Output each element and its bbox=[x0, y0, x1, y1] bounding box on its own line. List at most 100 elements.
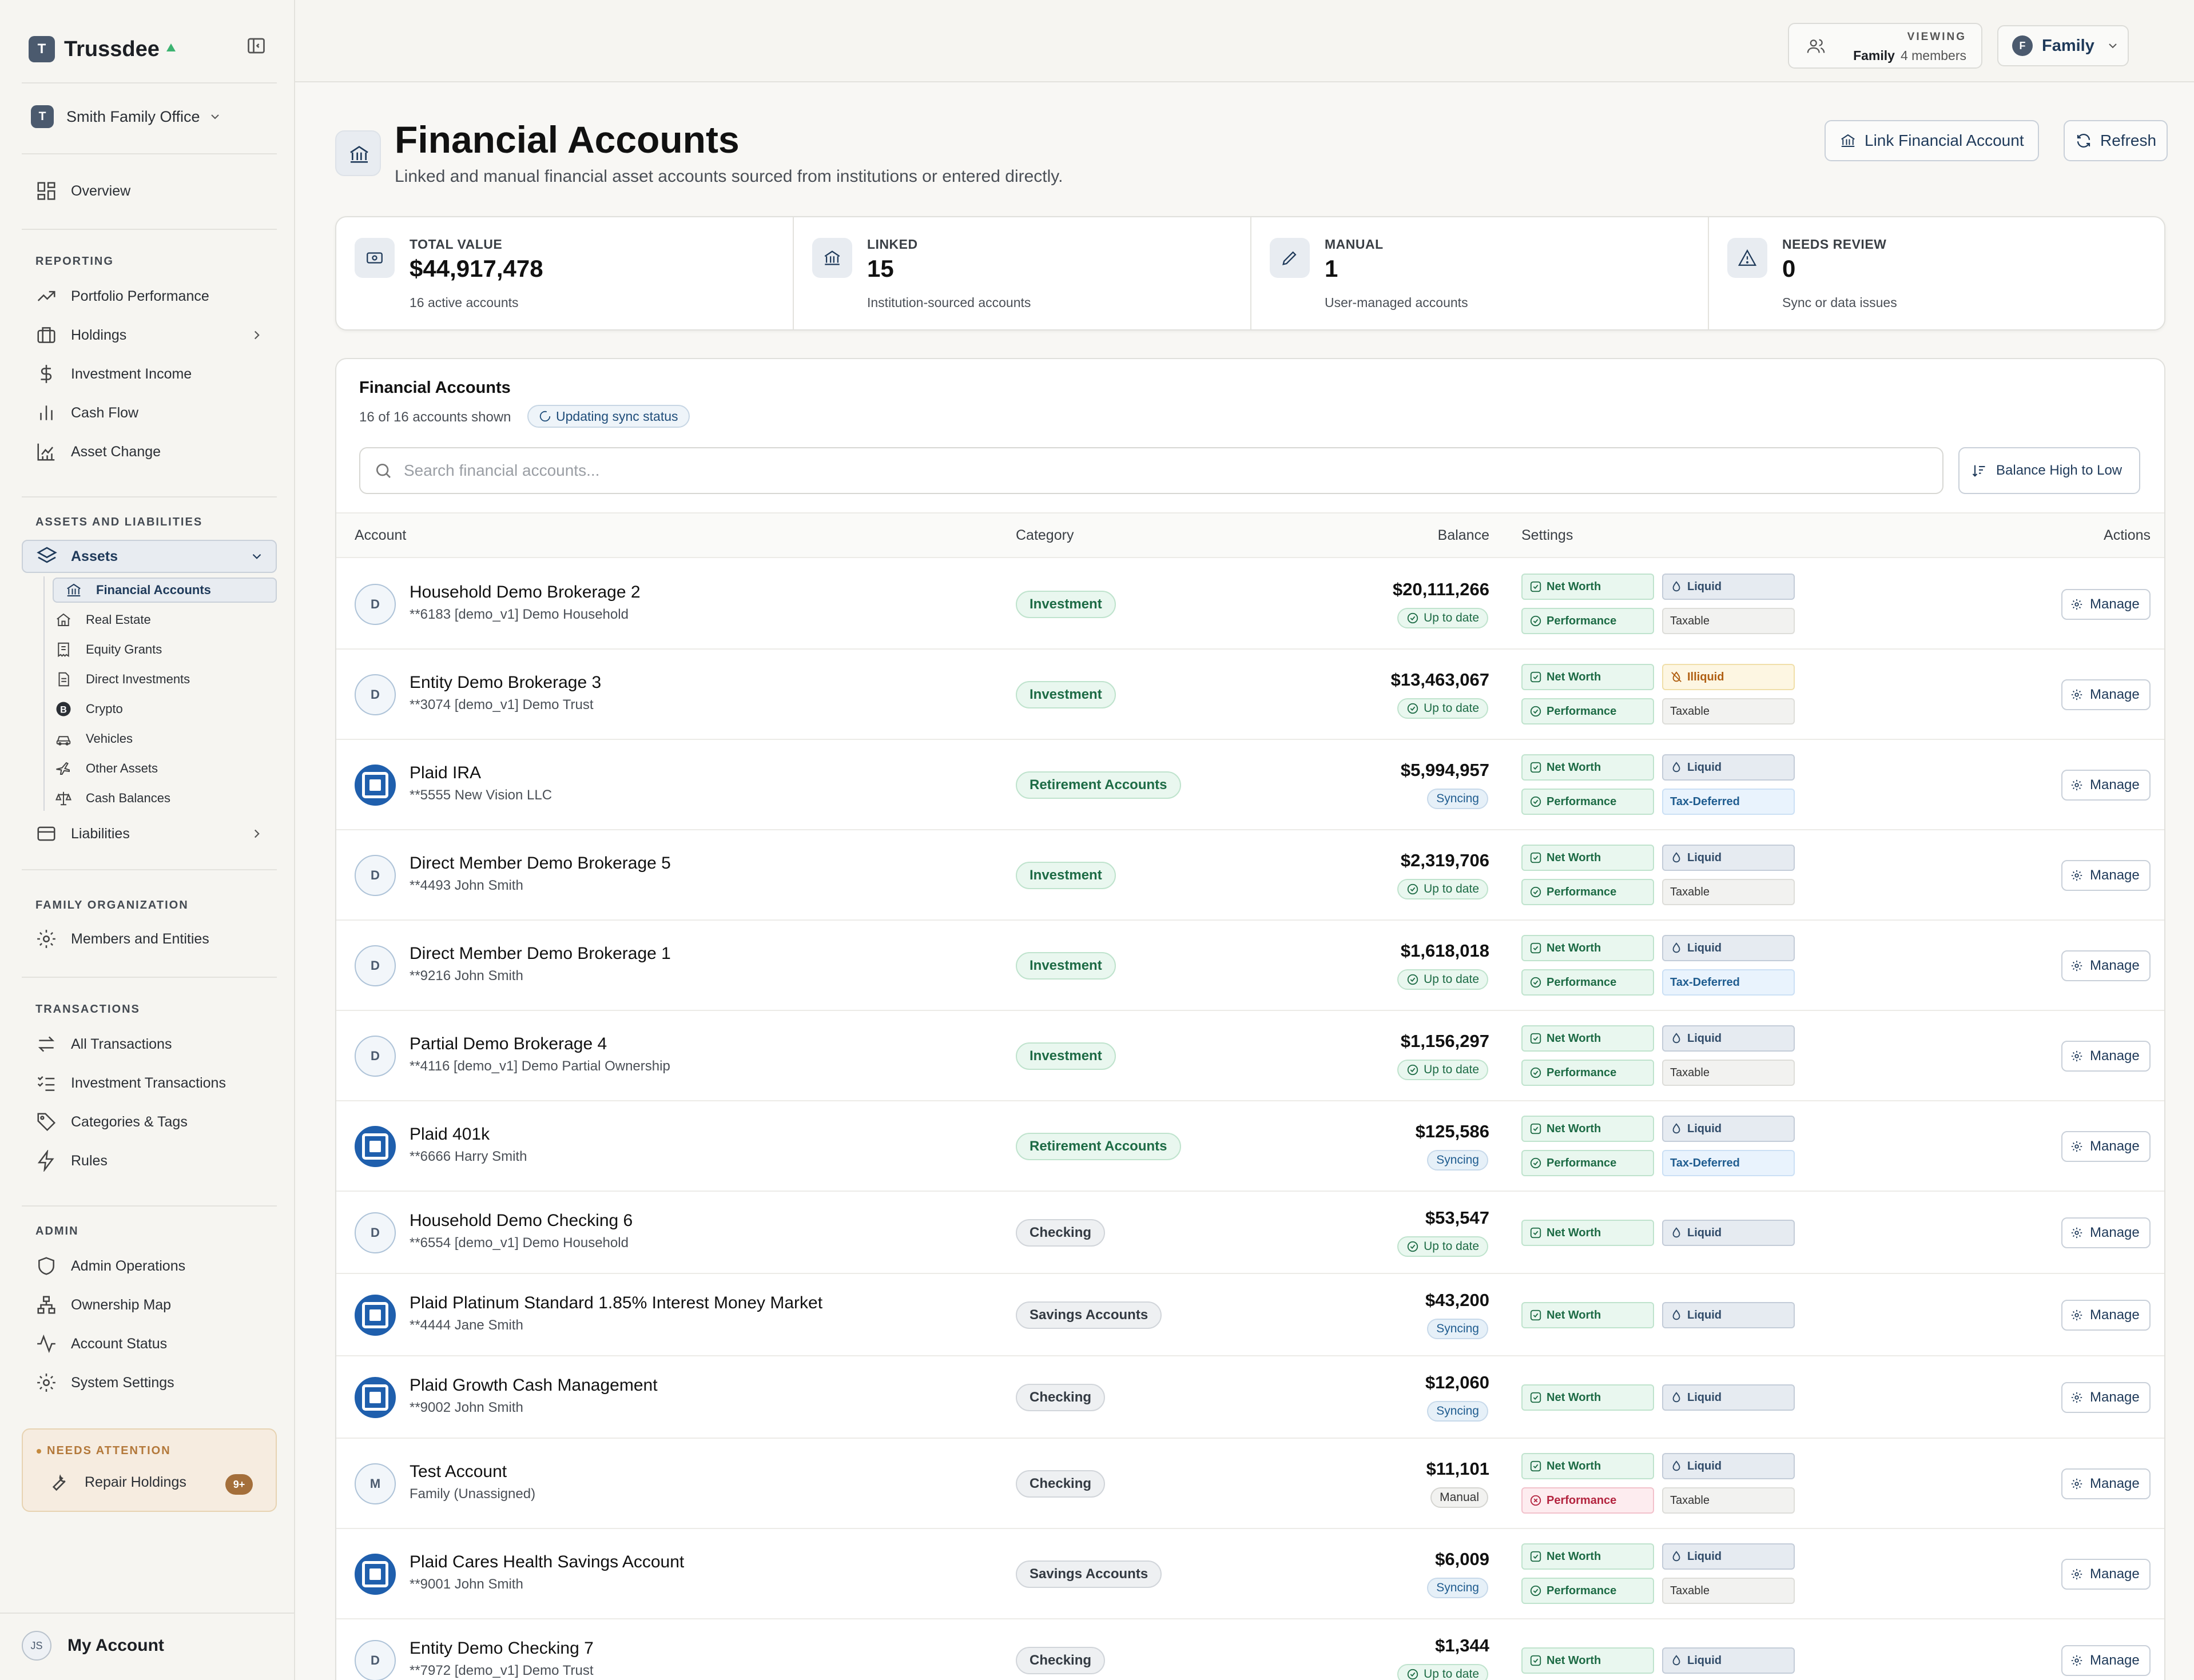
liquidity-toggle[interactable]: Liquid bbox=[1662, 845, 1795, 871]
performance-toggle[interactable]: Performance bbox=[1521, 969, 1654, 996]
viewing-indicator[interactable]: VIEWING Family 4 members bbox=[1788, 23, 1982, 69]
table-row[interactable]: Plaid IRA **5555 New Vision LLC Retirement… bbox=[336, 740, 2164, 830]
table-row[interactable]: D Direct Member Demo Brokerage 5 **4493 Jo… bbox=[336, 830, 2164, 921]
account-name[interactable]: Direct Member Demo Brokerage 5 bbox=[410, 854, 671, 873]
manage-button[interactable]: Manage bbox=[2061, 860, 2151, 891]
performance-toggle[interactable]: Performance bbox=[1521, 698, 1654, 724]
manage-button[interactable]: Manage bbox=[2061, 770, 2151, 801]
account-name[interactable]: Partial Demo Brokerage 4 bbox=[410, 1034, 607, 1054]
nav-equity-grants[interactable]: Equity Grants bbox=[55, 637, 162, 662]
performance-toggle[interactable]: Performance bbox=[1521, 1060, 1654, 1086]
liquidity-toggle[interactable]: Liquid bbox=[1662, 1384, 1795, 1411]
nav-financial-accounts[interactable]: Financial Accounts bbox=[53, 578, 277, 603]
nav-system-settings[interactable]: System Settings bbox=[35, 1370, 174, 1395]
account-name[interactable]: Test Account bbox=[410, 1462, 507, 1482]
net-worth-toggle[interactable]: Net Worth bbox=[1521, 1116, 1654, 1142]
manage-button[interactable]: Manage bbox=[2061, 1559, 2151, 1590]
refresh-button[interactable]: Refresh bbox=[2064, 120, 2168, 161]
net-worth-toggle[interactable]: Net Worth bbox=[1521, 935, 1654, 961]
table-row[interactable]: Plaid 401k **6666 Harry Smith Retirement A… bbox=[336, 1101, 2164, 1192]
liquidity-toggle[interactable]: Liquid bbox=[1662, 935, 1795, 961]
account-name[interactable]: Entity Demo Checking 7 bbox=[410, 1639, 594, 1658]
tax-treatment-toggle[interactable]: Tax-Deferred bbox=[1662, 789, 1795, 815]
manage-button[interactable]: Manage bbox=[2061, 1468, 2151, 1499]
table-row[interactable]: Plaid Growth Cash Management **9002 John … bbox=[336, 1356, 2164, 1439]
nav-assets[interactable]: Assets bbox=[22, 540, 277, 573]
net-worth-toggle[interactable]: Net Worth bbox=[1521, 574, 1654, 600]
net-worth-toggle[interactable]: Net Worth bbox=[1521, 1453, 1654, 1479]
nav-admin-operations[interactable]: Admin Operations bbox=[35, 1253, 185, 1279]
link-financial-account-button[interactable]: Link Financial Account bbox=[1825, 120, 2039, 161]
nav-members-entities[interactable]: Members and Entities bbox=[35, 926, 209, 952]
collapse-sidebar-icon[interactable] bbox=[246, 35, 267, 56]
net-worth-toggle[interactable]: Net Worth bbox=[1521, 1025, 1654, 1052]
net-worth-toggle[interactable]: Net Worth bbox=[1521, 1543, 1654, 1570]
org-selector[interactable]: T Smith Family Office bbox=[31, 105, 222, 128]
account-name[interactable]: Household Demo Brokerage 2 bbox=[410, 583, 641, 602]
nav-account-status[interactable]: Account Status bbox=[35, 1331, 167, 1356]
nav-investment-transactions[interactable]: Investment Transactions bbox=[35, 1070, 226, 1096]
manage-button[interactable]: Manage bbox=[2061, 950, 2151, 981]
liquidity-toggle[interactable]: Liquid bbox=[1662, 574, 1795, 600]
liquidity-toggle[interactable]: Liquid bbox=[1662, 754, 1795, 781]
col-balance[interactable]: Balance bbox=[1438, 527, 1489, 544]
manage-button[interactable]: Manage bbox=[2061, 1300, 2151, 1331]
search-input[interactable] bbox=[404, 461, 1891, 480]
table-row[interactable]: D Entity Demo Brokerage 3 **3074 [demo_v1]… bbox=[336, 650, 2164, 740]
tax-treatment-toggle[interactable]: Taxable bbox=[1662, 1060, 1795, 1086]
account-name[interactable]: Plaid 401k bbox=[410, 1125, 490, 1144]
manage-button[interactable]: Manage bbox=[2061, 1041, 2151, 1072]
tax-treatment-toggle[interactable]: Taxable bbox=[1662, 1487, 1795, 1514]
performance-toggle[interactable]: Performance bbox=[1521, 789, 1654, 815]
manage-button[interactable]: Manage bbox=[2061, 679, 2151, 710]
liquidity-toggle[interactable]: Liquid bbox=[1662, 1647, 1795, 1674]
liquidity-toggle[interactable]: Liquid bbox=[1662, 1302, 1795, 1328]
net-worth-toggle[interactable]: Net Worth bbox=[1521, 1647, 1654, 1674]
table-row[interactable]: D Partial Demo Brokerage 4 **4116 [demo_v1… bbox=[336, 1011, 2164, 1101]
account-name[interactable]: Plaid Growth Cash Management bbox=[410, 1376, 658, 1395]
performance-toggle[interactable]: Performance bbox=[1521, 1487, 1654, 1514]
table-row[interactable]: D Entity Demo Checking 7 **7972 [demo_v1] … bbox=[336, 1619, 2164, 1680]
col-category[interactable]: Category bbox=[1016, 527, 1074, 544]
table-row[interactable]: Plaid Platinum Standard 1.85% Interest M… bbox=[336, 1274, 2164, 1356]
nav-vehicles[interactable]: Vehicles bbox=[55, 726, 133, 751]
performance-toggle[interactable]: Performance bbox=[1521, 1150, 1654, 1176]
nav-liabilities[interactable]: Liabilities bbox=[35, 821, 264, 846]
nav-holdings[interactable]: Holdings bbox=[35, 323, 264, 348]
account-name[interactable]: Plaid IRA bbox=[410, 763, 481, 783]
net-worth-toggle[interactable]: Net Worth bbox=[1521, 1220, 1654, 1246]
tax-treatment-toggle[interactable]: Taxable bbox=[1662, 879, 1795, 905]
manage-button[interactable]: Manage bbox=[2061, 1645, 2151, 1676]
manage-button[interactable]: Manage bbox=[2061, 1131, 2151, 1162]
nav-overview[interactable]: Overview bbox=[35, 178, 130, 204]
tax-treatment-toggle[interactable]: Taxable bbox=[1662, 698, 1795, 724]
table-row[interactable]: D Household Demo Brokerage 2 **6183 [demo_… bbox=[336, 559, 2164, 650]
nav-categories-tags[interactable]: Categories & Tags bbox=[35, 1109, 188, 1134]
account-name[interactable]: Plaid Platinum Standard 1.85% Interest M… bbox=[410, 1293, 822, 1313]
table-row[interactable]: M Test Account Family (Unassigned) Checking… bbox=[336, 1439, 2164, 1529]
nav-all-transactions[interactable]: All Transactions bbox=[35, 1032, 172, 1057]
nav-asset-change[interactable]: Asset Change bbox=[35, 439, 161, 464]
nav-portfolio-performance[interactable]: Portfolio Performance bbox=[35, 284, 209, 309]
table-row[interactable]: Plaid Cares Health Savings Account **9001… bbox=[336, 1529, 2164, 1619]
liquidity-toggle[interactable]: Liquid bbox=[1662, 1025, 1795, 1052]
liquidity-toggle[interactable]: Liquid bbox=[1662, 1116, 1795, 1142]
tax-treatment-toggle[interactable]: Tax-Deferred bbox=[1662, 969, 1795, 996]
nav-rules[interactable]: Rules bbox=[35, 1148, 108, 1173]
nav-investment-income[interactable]: Investment Income bbox=[35, 361, 192, 387]
table-row[interactable]: D Household Demo Checking 6 **6554 [demo_v… bbox=[336, 1192, 2164, 1274]
performance-toggle[interactable]: Performance bbox=[1521, 608, 1654, 634]
liquidity-toggle[interactable]: Liquid bbox=[1662, 1453, 1795, 1479]
account-name[interactable]: Entity Demo Brokerage 3 bbox=[410, 673, 601, 692]
net-worth-toggle[interactable]: Net Worth bbox=[1521, 845, 1654, 871]
nav-real-estate[interactable]: Real Estate bbox=[55, 607, 151, 632]
search-box[interactable] bbox=[359, 447, 1943, 494]
col-account[interactable]: Account bbox=[355, 527, 406, 544]
liquidity-toggle[interactable]: Illiquid bbox=[1662, 664, 1795, 690]
my-account-button[interactable]: JS My Account bbox=[22, 1631, 164, 1661]
nav-cash-balances[interactable]: Cash Balances bbox=[55, 786, 170, 811]
manage-button[interactable]: Manage bbox=[2061, 589, 2151, 620]
manage-button[interactable]: Manage bbox=[2061, 1217, 2151, 1248]
manage-button[interactable]: Manage bbox=[2061, 1382, 2151, 1413]
account-name[interactable]: Household Demo Checking 6 bbox=[410, 1211, 633, 1231]
